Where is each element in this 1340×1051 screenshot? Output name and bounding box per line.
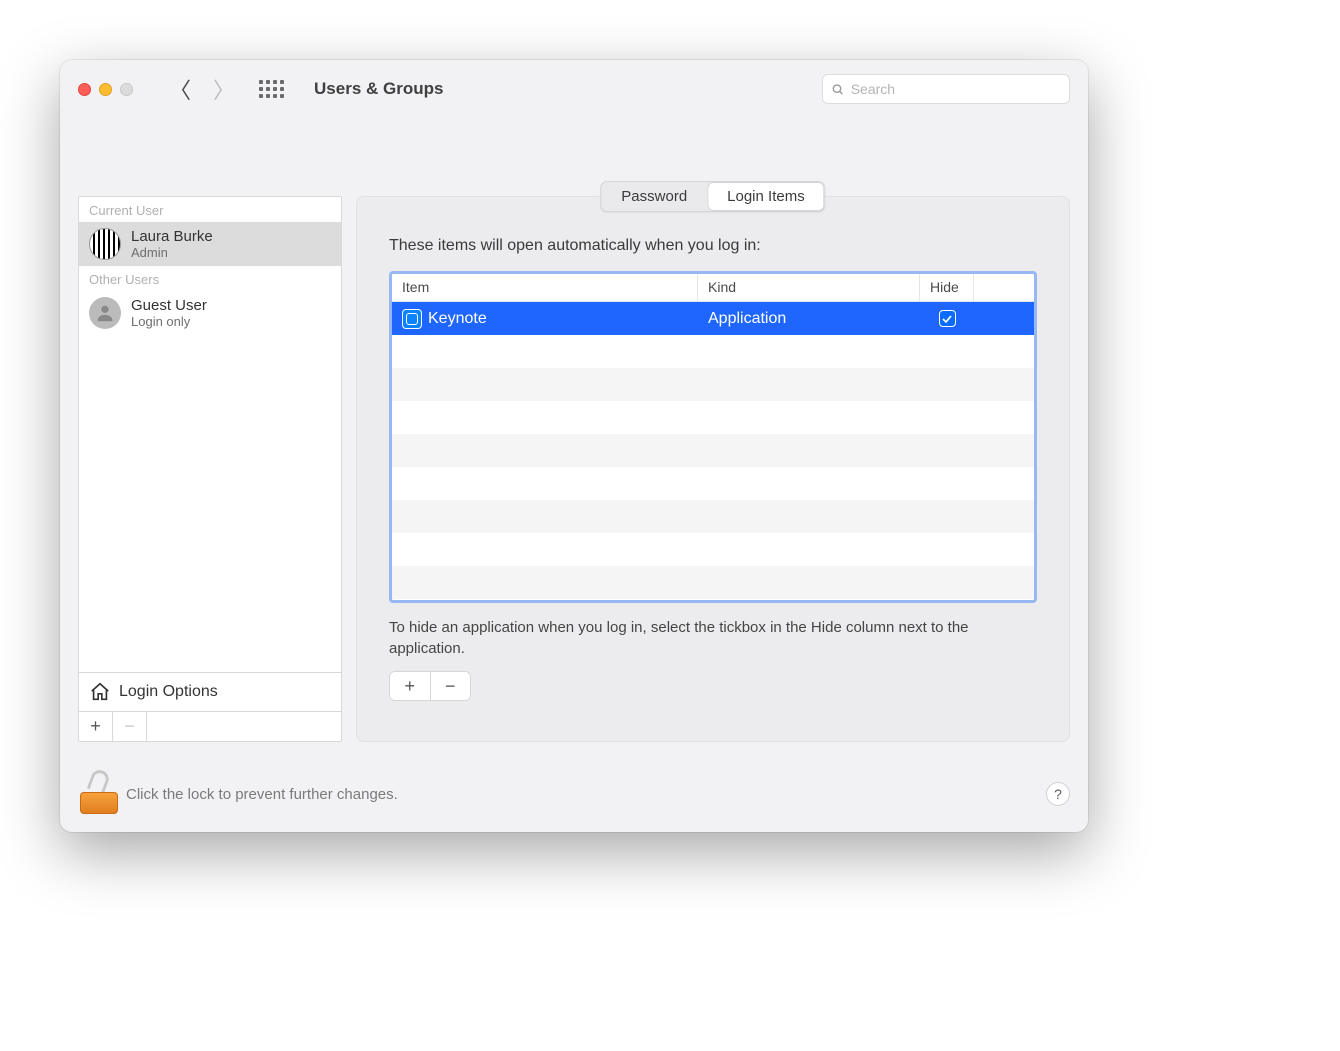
cell-kind: Application xyxy=(698,310,920,328)
window-title: Users & Groups xyxy=(314,79,443,99)
tab-password[interactable]: Password xyxy=(601,182,707,211)
show-all-icon[interactable] xyxy=(259,80,284,98)
lock-body-icon xyxy=(80,792,118,814)
tab-login-items[interactable]: Login Items xyxy=(707,182,825,211)
table-body: Keynote Application xyxy=(392,302,1034,600)
avatar-piano-icon xyxy=(89,228,121,260)
user-role: Admin xyxy=(131,245,213,260)
lock-button[interactable] xyxy=(78,774,112,814)
main-panel: Password Login Items These items will op… xyxy=(356,196,1070,742)
col-kind[interactable]: Kind xyxy=(698,274,920,301)
close-window-button[interactable] xyxy=(78,83,91,96)
house-icon xyxy=(89,681,111,703)
forward-button: 〉 xyxy=(213,73,235,105)
tab-segmented-control: Password Login Items xyxy=(600,181,825,212)
window-controls xyxy=(78,83,133,96)
remove-user-button: − xyxy=(113,712,147,741)
lock-shackle-icon xyxy=(87,768,111,795)
toolbar: 〈 〉 Users & Groups xyxy=(60,60,1088,118)
nav-arrows: 〈 〉 xyxy=(169,73,235,105)
col-hide[interactable]: Hide xyxy=(920,274,974,301)
table-row[interactable]: Keynote Application xyxy=(392,302,1034,335)
back-button[interactable]: 〈 xyxy=(169,73,191,105)
login-items-table[interactable]: Item Kind Hide Keynote Application xyxy=(389,271,1037,603)
sidebar-user-current[interactable]: Laura Burke Admin xyxy=(79,222,341,266)
hide-checkbox[interactable] xyxy=(939,310,956,327)
search-field[interactable] xyxy=(822,74,1070,104)
add-login-item-button[interactable]: + xyxy=(390,672,430,700)
login-items-add-remove: + − xyxy=(389,671,471,701)
help-button[interactable]: ? xyxy=(1046,782,1070,806)
login-options-label: Login Options xyxy=(119,683,218,701)
search-icon xyxy=(831,82,845,97)
body: Current User Laura Burke Admin Other Use… xyxy=(60,118,1088,762)
window-users-groups: 〈 〉 Users & Groups Current User Laura Bu… xyxy=(60,60,1088,832)
keynote-app-icon xyxy=(402,309,422,329)
search-input[interactable] xyxy=(851,81,1061,97)
minimize-window-button[interactable] xyxy=(99,83,112,96)
section-label-current: Current User xyxy=(79,197,341,222)
add-user-button[interactable]: + xyxy=(79,712,113,741)
sidebar-add-remove: + − xyxy=(79,711,341,741)
login-options-button[interactable]: Login Options xyxy=(79,672,341,711)
user-name: Guest User xyxy=(131,297,207,314)
user-name: Laura Burke xyxy=(131,228,213,245)
sidebar-user-guest[interactable]: Guest User Login only xyxy=(79,291,341,335)
checkmark-icon xyxy=(941,313,953,325)
intro-text: These items will open automatically when… xyxy=(389,237,1037,255)
cell-item: Keynote xyxy=(392,309,698,329)
lock-text: Click the lock to prevent further change… xyxy=(126,786,398,803)
footer: Click the lock to prevent further change… xyxy=(60,762,1088,832)
hide-caption: To hide an application when you log in, … xyxy=(389,617,1037,659)
zoom-window-button xyxy=(120,83,133,96)
item-name: Keynote xyxy=(428,310,487,328)
col-item[interactable]: Item xyxy=(392,274,698,301)
section-label-other: Other Users xyxy=(79,266,341,291)
table-header: Item Kind Hide xyxy=(392,274,1034,302)
remove-login-item-button[interactable]: − xyxy=(431,672,471,700)
user-role: Login only xyxy=(131,314,207,329)
users-sidebar: Current User Laura Burke Admin Other Use… xyxy=(78,196,342,742)
avatar-silhouette-icon xyxy=(89,297,121,329)
cell-hide[interactable] xyxy=(920,310,974,327)
